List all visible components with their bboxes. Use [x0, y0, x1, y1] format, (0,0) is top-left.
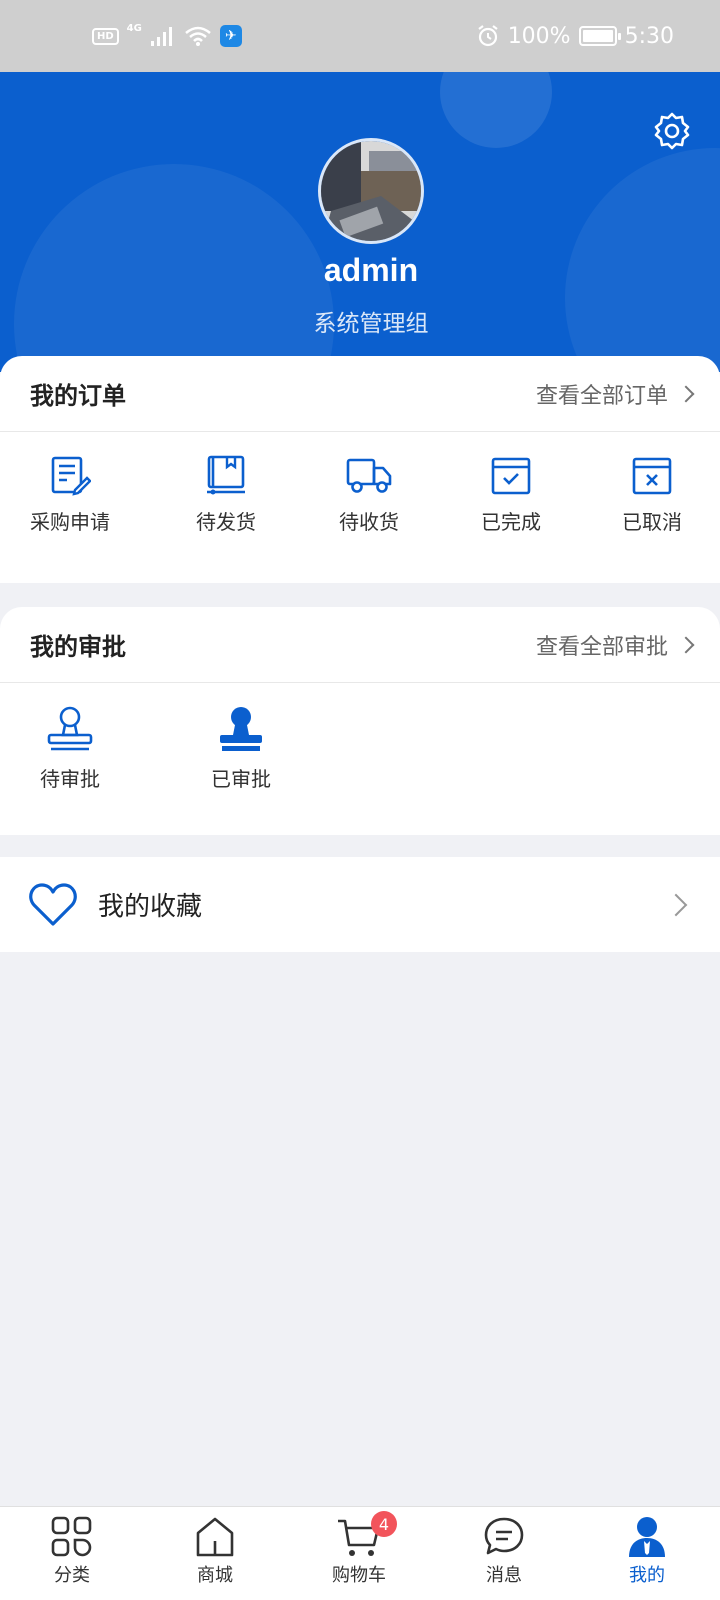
category-grid-icon	[51, 1516, 92, 1557]
user-icon	[629, 1517, 665, 1557]
tab-mall-label: 商城	[197, 1565, 233, 1586]
approvals-icon-row: 待审批 已审批	[0, 683, 720, 833]
approvals-header: 我的审批 查看全部审批	[0, 607, 720, 683]
orders-icon-row: 采购申请 待发货 待收货 已完成 已取消	[0, 432, 720, 582]
alarm-icon	[478, 25, 498, 47]
order-purchase-request-label: 采购申请	[30, 510, 110, 534]
orders-header: 我的订单 查看全部订单	[0, 356, 720, 432]
order-cancelled-label: 已取消	[622, 510, 682, 534]
completed-icon	[491, 457, 531, 495]
order-completed-label: 已完成	[481, 510, 541, 534]
view-all-approvals-link[interactable]: 查看全部审批	[535, 629, 695, 661]
stamp-filled-icon	[220, 707, 262, 751]
heart-icon	[29, 882, 77, 926]
battery-percent: 100%	[507, 23, 571, 49]
order-pending-receipt-label: 待收货	[339, 510, 399, 534]
approvals-title: 我的审批	[30, 633, 126, 661]
tab-mine-label: 我的	[629, 1565, 665, 1586]
approvals-card: 我的审批 查看全部审批 待审批 已审批	[0, 607, 720, 835]
cancelled-icon	[632, 457, 672, 495]
order-completed[interactable]: 已完成	[451, 454, 571, 535]
avatar-photo	[321, 141, 421, 241]
tab-mine[interactable]: 我的	[597, 1515, 697, 1587]
view-all-orders-link[interactable]: 查看全部订单	[535, 378, 695, 410]
purchase-request-icon	[51, 456, 91, 496]
chevron-right-icon	[664, 893, 688, 916]
network-type: 4G	[126, 22, 142, 34]
orders-title: 我的订单	[30, 382, 126, 410]
signal-icon	[150, 27, 172, 46]
bottom-tab-bar: 分类 商城 4 购物车 消息 我的	[0, 1506, 720, 1600]
wifi-icon	[185, 26, 211, 46]
order-pending-shipment[interactable]: 待发货	[166, 454, 286, 535]
hd-badge: HD	[92, 27, 119, 45]
user-group: 系统管理组	[313, 311, 429, 337]
favorites-row[interactable]: 我的收藏	[0, 857, 720, 952]
battery-icon	[578, 26, 621, 46]
status-right: 100% 5:30	[476, 24, 674, 49]
order-pending-receipt[interactable]: 待收货	[309, 454, 429, 535]
chevron-right-icon	[677, 385, 695, 402]
order-cancelled[interactable]: 已取消	[592, 454, 712, 535]
order-pending-shipment-label: 待发货	[196, 510, 256, 534]
battery-fill	[582, 30, 613, 42]
gear-icon	[654, 112, 690, 150]
approval-pending[interactable]: 待审批	[10, 705, 130, 792]
avatar[interactable]	[318, 138, 424, 244]
approval-done[interactable]: 已审批	[181, 705, 301, 792]
approval-done-label: 已审批	[211, 767, 271, 791]
tab-mall[interactable]: 商城	[165, 1515, 265, 1587]
tab-messages-label: 消息	[486, 1565, 522, 1586]
tab-cart-label: 购物车	[332, 1565, 386, 1586]
orders-card: 我的订单 查看全部订单 采购申请 待发货 待收货 已完成 已取消	[0, 356, 720, 583]
pending-shipment-icon	[207, 455, 245, 495]
favorites-label: 我的收藏	[98, 892, 203, 922]
cart-count-badge: 4	[371, 1511, 397, 1537]
status-left: HD 4G ✈	[92, 22, 242, 47]
username: admin	[323, 252, 419, 288]
message-icon	[484, 1517, 524, 1555]
settings-button[interactable]	[648, 107, 696, 155]
chevron-right-icon	[677, 636, 695, 653]
approval-pending-label: 待审批	[40, 767, 100, 791]
stamp-outline-icon	[47, 706, 93, 751]
clock: 5:30	[624, 23, 674, 49]
home-icon	[196, 1517, 234, 1557]
tab-category-label: 分类	[54, 1565, 90, 1586]
app-notification-icon: ✈	[219, 25, 242, 47]
tab-category[interactable]: 分类	[22, 1515, 122, 1587]
tab-messages[interactable]: 消息	[454, 1515, 554, 1587]
order-purchase-request[interactable]: 采购申请	[10, 454, 130, 535]
header-decoration	[440, 72, 552, 148]
status-bar: HD 4G ✈ 100% 5:30	[0, 0, 720, 72]
tab-cart[interactable]: 4 购物车	[309, 1511, 409, 1587]
view-all-orders-label: 查看全部订单	[535, 383, 668, 409]
view-all-approvals-label: 查看全部审批	[535, 634, 668, 660]
pending-receipt-icon	[346, 458, 392, 493]
profile-header: admin 系统管理组	[0, 72, 720, 372]
